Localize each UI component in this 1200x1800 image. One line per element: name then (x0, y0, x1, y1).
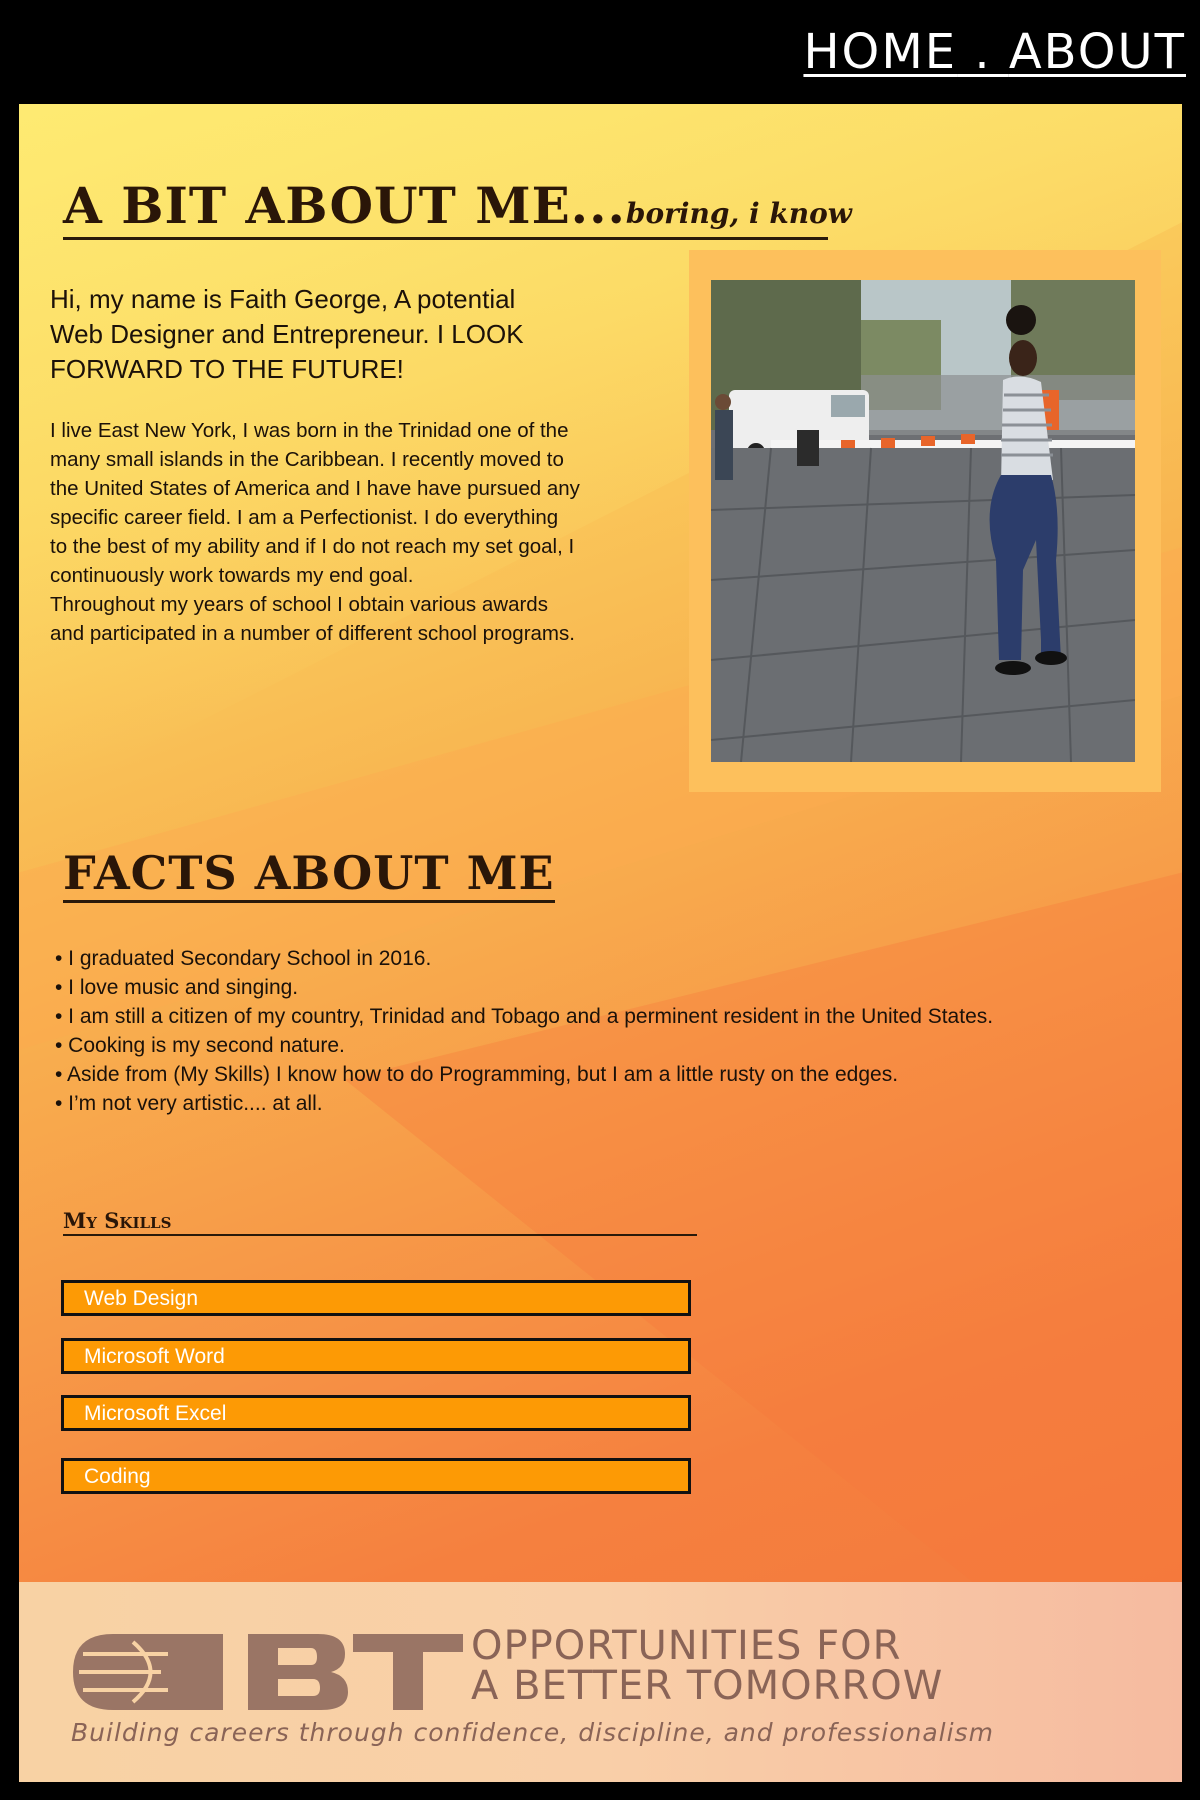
nav-separator: . (957, 24, 1009, 80)
facts-list: • I graduated Secondary School in 2016. … (55, 944, 1155, 1118)
bio-text: I live East New York, I was born in the … (50, 416, 580, 648)
fact-item: • I love music and singing. (55, 976, 299, 999)
top-nav: HOME . ABOUT (803, 24, 1186, 80)
profile-photo-image (711, 280, 1135, 762)
footer-slogan: OPPORTUNITIES FOR A BETTER TOMORROW (471, 1626, 943, 1706)
skills-heading: My Skills (63, 1208, 697, 1236)
skill-bar-microsoft-word[interactable]: Microsoft Word (61, 1338, 691, 1374)
nav-about-link[interactable]: ABOUT (1009, 24, 1186, 80)
footer-slogan-line2: A BETTER TOMORROW (471, 1663, 944, 1709)
obt-logo (73, 1632, 463, 1712)
obt-logo-mark (73, 1634, 463, 1710)
footer-tagline: Building careers through confidence, dis… (71, 1718, 994, 1747)
about-heading-subtitle: boring, i know (625, 197, 852, 230)
fact-item: • Aside from (My Skills) I know how to d… (55, 1063, 899, 1086)
intro-text: Hi, my name is Faith George, A potential… (50, 284, 524, 384)
about-heading: A BIT ABOUT ME...boring, i know (63, 176, 852, 240)
footer-banner: OPPORTUNITIES FOR A BETTER TOMORROW Buil… (19, 1582, 1182, 1782)
about-heading-title: A BIT ABOUT ME... (63, 176, 626, 235)
fact-item: • I’m not very artistic.... at all. (55, 1092, 323, 1115)
photo-frame (689, 250, 1161, 792)
profile-photo (711, 280, 1135, 762)
main-panel: A BIT ABOUT ME...boring, i know Hi, my n… (19, 104, 1182, 1582)
bio-paragraph: Throughout my years of school I obtain v… (50, 593, 575, 645)
fact-item: • Cooking is my second nature. (55, 1034, 345, 1057)
bio-paragraph: I live East New York, I was born in the … (50, 419, 580, 587)
top-bar: HOME . ABOUT (0, 0, 1200, 104)
nav-home-link[interactable]: HOME (803, 24, 957, 80)
fact-item: • I graduated Secondary School in 2016. (55, 947, 432, 970)
facts-heading: FACTS ABOUT ME (63, 846, 555, 903)
skill-bar-web-design[interactable]: Web Design (61, 1280, 691, 1316)
skill-bar-microsoft-excel[interactable]: Microsoft Excel (61, 1395, 691, 1431)
bottom-border (0, 1782, 1200, 1800)
footer-slogan-line1: OPPORTUNITIES FOR (471, 1623, 902, 1669)
skill-bar-coding[interactable]: Coding (61, 1458, 691, 1494)
fact-item: • I am still a citizen of my country, Tr… (55, 1005, 994, 1028)
